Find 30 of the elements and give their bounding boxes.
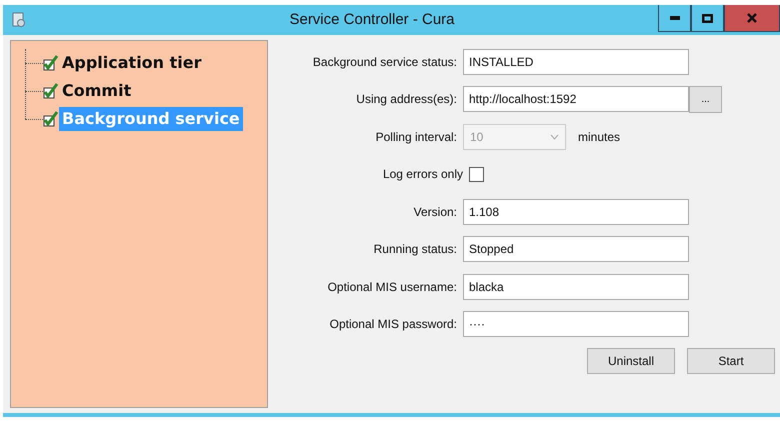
maximize-button[interactable] bbox=[691, 5, 724, 32]
chevron-icon bbox=[550, 134, 559, 140]
field-label: Optional MIS password: bbox=[328, 316, 458, 333]
unit-label: minutes bbox=[578, 128, 620, 146]
field-label: Running status: bbox=[372, 241, 458, 258]
app-icon bbox=[12, 12, 26, 28]
window-title: Service Controller - Cura bbox=[288, 10, 456, 30]
field-label: Log errors only bbox=[382, 166, 464, 183]
text-field[interactable]: Stopped bbox=[463, 236, 689, 262]
close-icon bbox=[747, 13, 757, 23]
browse-button[interactable]: ... bbox=[689, 86, 722, 112]
minimize-icon bbox=[670, 16, 680, 20]
field-label: Version: bbox=[412, 204, 458, 220]
action-button[interactable]: Uninstall bbox=[587, 348, 675, 374]
maximize-icon bbox=[702, 14, 713, 22]
checkbox[interactable] bbox=[469, 166, 484, 182]
text-field[interactable]: blacka bbox=[463, 274, 689, 300]
action-button[interactable]: Start bbox=[687, 348, 775, 374]
text-field[interactable]: INSTALLED bbox=[463, 48, 689, 74]
tree-item[interactable]: Application tier bbox=[59, 51, 204, 75]
field-label: Using address(es): bbox=[355, 91, 458, 108]
field-label: Optional MIS username: bbox=[326, 278, 458, 296]
field-label: Polling interval: bbox=[374, 128, 458, 146]
text-field[interactable]: http://localhost:1592 bbox=[463, 86, 689, 112]
tree-item[interactable]: Commit bbox=[59, 79, 134, 103]
field-label: Background service status: bbox=[312, 54, 458, 70]
text-field[interactable]: 1.108 bbox=[463, 198, 689, 224]
minimize-button[interactable] bbox=[658, 5, 691, 32]
close-button[interactable] bbox=[724, 5, 780, 32]
text-field[interactable]: ···· bbox=[463, 311, 689, 337]
